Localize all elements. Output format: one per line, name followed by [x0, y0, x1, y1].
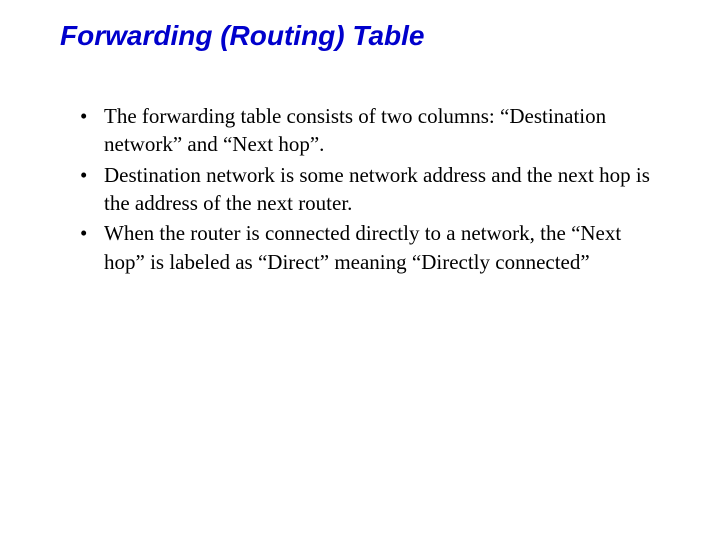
list-item: The forwarding table consists of two col… — [80, 102, 660, 159]
slide-title: Forwarding (Routing) Table — [60, 20, 660, 52]
list-item: Destination network is some network addr… — [80, 161, 660, 218]
bullet-list: The forwarding table consists of two col… — [60, 102, 660, 276]
list-item: When the router is connected directly to… — [80, 219, 660, 276]
